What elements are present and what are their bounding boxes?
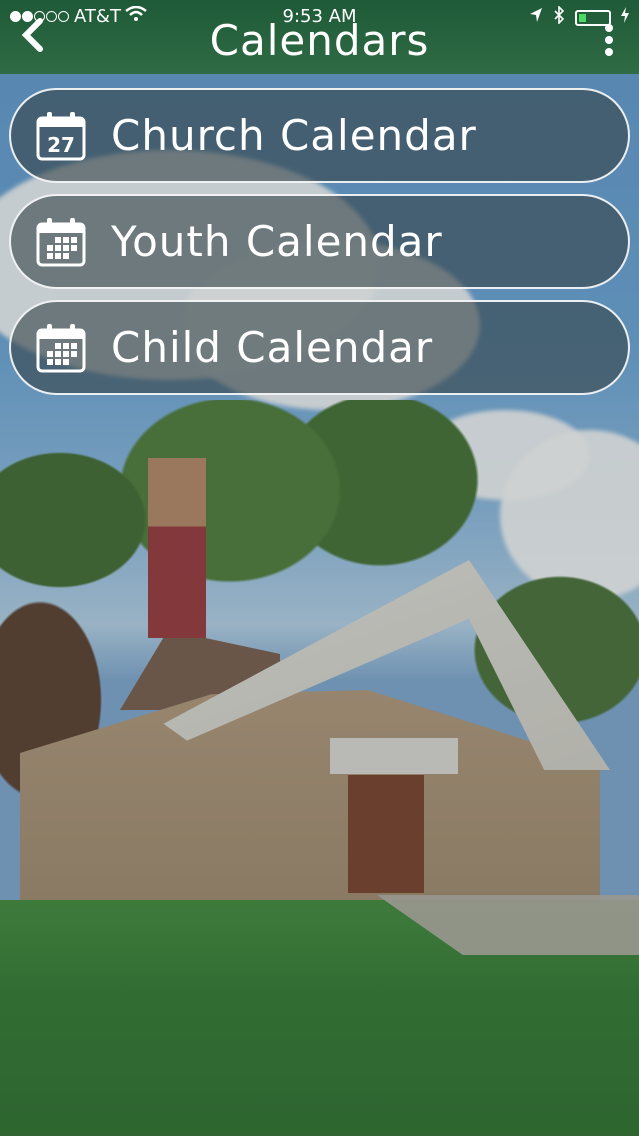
kebab-dot-icon: [605, 24, 613, 32]
youth-calendar-button[interactable]: Youth Calendar: [9, 194, 630, 289]
calendar-list: 27 Church Calendar Youth Calendar Child …: [9, 88, 630, 406]
calendar-date-number: 27: [47, 133, 75, 157]
child-calendar-button[interactable]: Child Calendar: [9, 300, 630, 395]
calendar-grid-icon: [36, 217, 86, 266]
calendar-date-icon: 27: [36, 111, 86, 160]
child-calendar-label: Child Calendar: [111, 323, 434, 372]
page-title: Calendars: [209, 16, 430, 65]
nav-header: AT&T 9:53 AM Calendars: [0, 0, 639, 74]
calendar-grid-icon: [36, 323, 86, 372]
more-menu-button[interactable]: [605, 24, 613, 60]
youth-calendar-label: Youth Calendar: [111, 217, 443, 266]
church-calendar-button[interactable]: 27 Church Calendar: [9, 88, 630, 183]
church-calendar-label: Church Calendar: [111, 111, 477, 160]
